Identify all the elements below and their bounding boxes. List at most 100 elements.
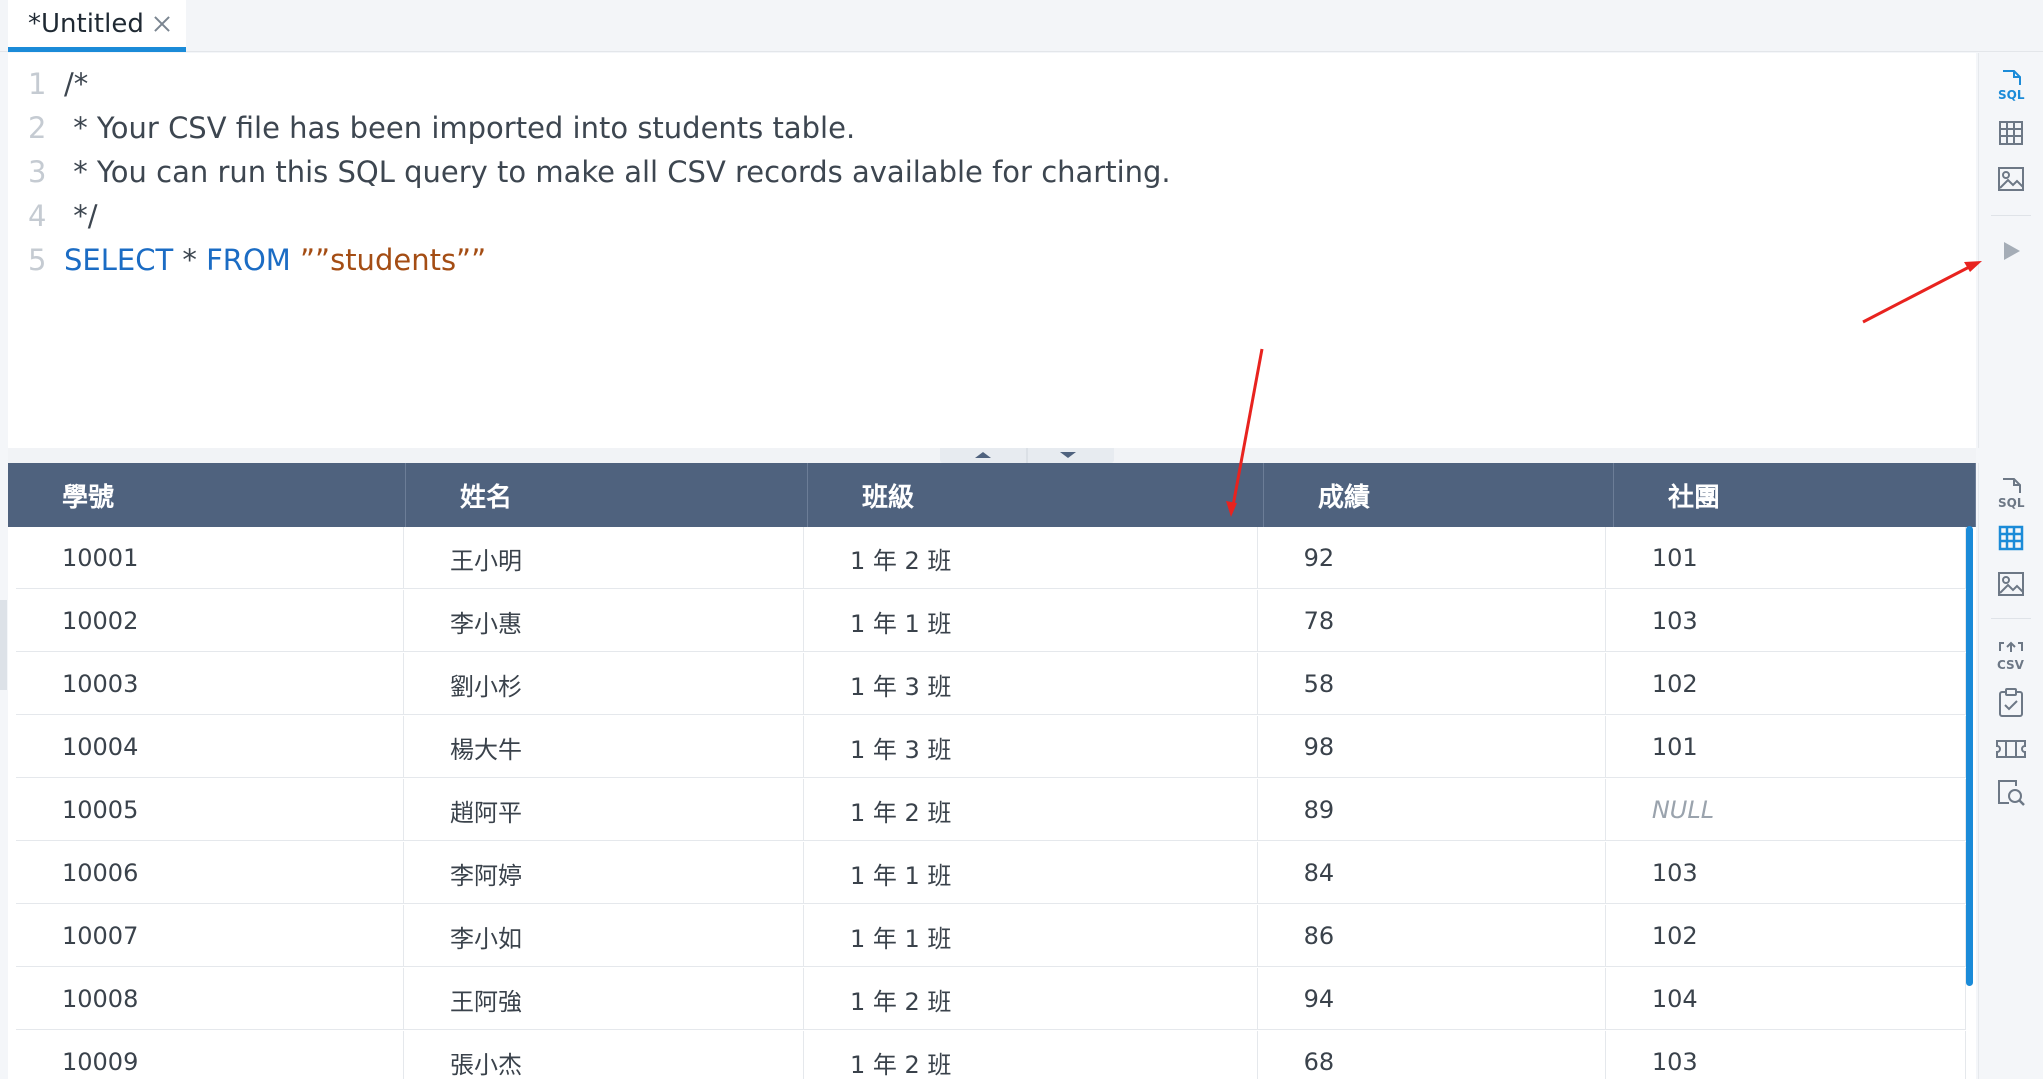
table-cell[interactable]: 李阿婷 [404,842,804,904]
table-cell[interactable]: 王小明 [404,527,804,589]
table-cell[interactable]: 1 年 2 班 [804,1031,1258,1079]
code-text: SELECT * FROM ””students”” [64,243,486,277]
table-cell[interactable]: 1 年 2 班 [804,779,1258,841]
table-row[interactable]: 10005 趙阿平 1 年 2 班 89 NULL [16,779,1966,841]
table-cell[interactable]: 楊大牛 [404,716,804,778]
svg-text:SQL: SQL [1998,88,2025,101]
table-cell[interactable]: 103 [1606,842,1966,904]
code-fragment: /* [64,67,89,101]
table-cell[interactable]: 78 [1258,590,1606,652]
table-cell[interactable]: 劉小杉 [404,653,804,715]
table-cell[interactable]: 98 [1258,716,1606,778]
table-icon[interactable] [1995,522,2027,554]
table-cell[interactable]: NULL [1606,779,1966,841]
table-cell[interactable]: 94 [1258,968,1606,1030]
close-icon[interactable] [152,14,172,34]
table-row[interactable]: 10001 王小明 1 年 2 班 92 101 [16,527,1966,589]
table-cell[interactable]: 101 [1606,527,1966,589]
table-cell[interactable]: 10005 [16,779,405,841]
table-cell[interactable]: 10008 [16,968,405,1030]
grid-header: 學號 姓名 班級 成績 社團 [8,463,1976,527]
table-cell[interactable]: 103 [1606,1031,1966,1079]
sql-keyword: FROM [206,243,291,277]
table-cell[interactable]: 10009 [16,1031,405,1079]
left-panel-handle[interactable] [0,600,7,690]
column-header[interactable]: 成績 [1264,463,1614,527]
table-cell[interactable]: 1 年 3 班 [804,653,1258,715]
table-cell[interactable]: 10001 [16,527,405,589]
code-line[interactable]: 1 /* [8,62,88,106]
table-cell[interactable]: 10002 [16,590,405,652]
column-header[interactable]: 姓名 [406,463,808,527]
table-cell[interactable]: 104 [1606,968,1966,1030]
ticket-icon[interactable] [1995,733,2027,765]
image-icon[interactable] [1995,568,2027,600]
collapse-up-icon[interactable] [975,452,991,458]
sql-editor[interactable]: 1 /* 2 * Your CSV file has been imported i… [8,53,1976,448]
result-grid: 學號 姓名 班級 成績 社團 10001 王小明 1 年 2 班 92 101 10002 李小惠 1… [8,463,1976,1079]
table-cell[interactable]: 102 [1606,905,1966,967]
line-number: 5 [28,243,47,277]
table-cell[interactable]: 1 年 1 班 [804,590,1258,652]
column-header[interactable]: 班級 [808,463,1264,527]
table-cell[interactable]: 1 年 3 班 [804,716,1258,778]
table-cell[interactable]: 1 年 1 班 [804,842,1258,904]
code-line[interactable]: 2 * Your CSV file has been imported into… [8,106,855,150]
code-line[interactable]: 5 SELECT * FROM ””students”” [8,238,486,282]
svg-text:SQL: SQL [1998,496,2025,509]
editor-toolbar: SQL [1978,53,2043,448]
table-cell[interactable]: 王阿強 [404,968,804,1030]
table-row[interactable]: 10002 李小惠 1 年 1 班 78 103 [16,590,1966,652]
table-cell[interactable]: 1 年 1 班 [804,905,1258,967]
table-cell[interactable]: 84 [1258,842,1606,904]
search-doc-icon[interactable] [1995,777,2027,809]
vertical-scrollbar[interactable] [1966,526,1973,986]
table-cell[interactable]: 張小杰 [404,1031,804,1079]
toolbar-separator [1991,618,2031,619]
table-cell[interactable]: 李小惠 [404,590,804,652]
table-cell[interactable]: 10006 [16,842,405,904]
expand-down-icon[interactable] [1060,452,1076,458]
table-row[interactable]: 10004 楊大牛 1 年 3 班 98 101 [16,716,1966,778]
table-cell[interactable]: 103 [1606,590,1966,652]
run-icon[interactable] [1995,235,2027,267]
sql-icon[interactable]: SQL [1995,477,2027,509]
line-number: 3 [28,155,47,189]
code-line[interactable]: 4 */ [8,194,98,238]
table-cell[interactable]: 86 [1258,905,1606,967]
code-text: /* [64,67,88,101]
sql-icon[interactable]: SQL [1995,69,2027,101]
table-row[interactable]: 10008 王阿強 1 年 2 班 94 104 [16,968,1966,1030]
table-cell[interactable]: 101 [1606,716,1966,778]
code-fragment: * [173,243,207,277]
table-row[interactable]: 10007 李小如 1 年 1 班 86 102 [16,905,1966,967]
table-cell[interactable]: 92 [1258,527,1606,589]
code-fragment: * You can run this SQL query to make all… [64,155,1171,189]
table-cell[interactable]: 58 [1258,653,1606,715]
table-row[interactable]: 10006 李阿婷 1 年 1 班 84 103 [16,842,1966,904]
table-cell[interactable]: 68 [1258,1031,1606,1079]
table-row[interactable]: 10009 張小杰 1 年 2 班 68 103 [16,1031,1966,1079]
table-icon[interactable] [1995,117,2027,149]
clipboard-check-icon[interactable] [1995,687,2027,719]
table-cell[interactable]: 趙阿平 [404,779,804,841]
table-row[interactable]: 10003 劉小杉 1 年 3 班 58 102 [16,653,1966,715]
svg-text:CSV: CSV [1997,658,2025,671]
image-icon[interactable] [1995,163,2027,195]
table-cell[interactable]: 10007 [16,905,405,967]
table-cell[interactable]: 10004 [16,716,405,778]
column-header[interactable]: 社團 [1614,463,1976,527]
sql-keyword: SELECT [64,243,174,277]
table-cell[interactable]: 10003 [16,653,405,715]
csv-export-icon[interactable]: CSV [1995,639,2027,671]
table-cell[interactable]: 89 [1258,779,1606,841]
toolbar-separator [1991,215,2031,216]
tab-title: *Untitled [28,8,144,39]
table-cell[interactable]: 1 年 2 班 [804,968,1258,1030]
table-cell[interactable]: 102 [1606,653,1966,715]
table-cell[interactable]: 1 年 2 班 [804,527,1258,589]
column-header[interactable]: 學號 [8,463,406,527]
table-cell[interactable]: 李小如 [404,905,804,967]
tab-untitled[interactable]: *Untitled [8,0,186,52]
code-line[interactable]: 3 * You can run this SQL query to make a… [8,150,1171,194]
